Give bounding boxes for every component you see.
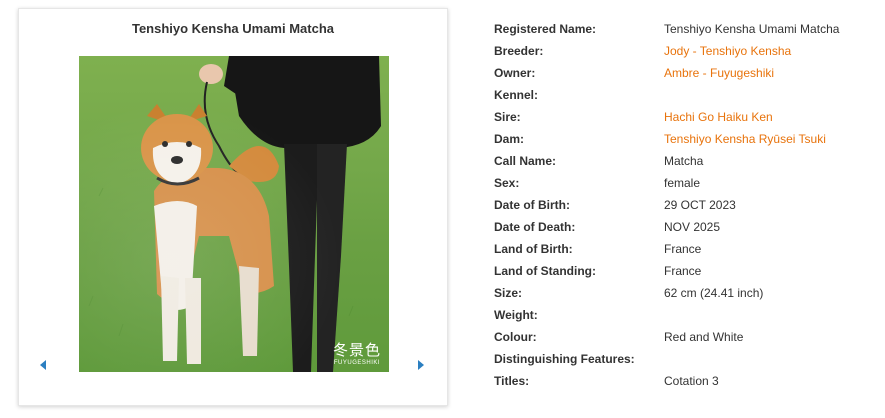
- detail-value: female: [664, 176, 701, 190]
- detail-label: Weight:: [494, 308, 538, 322]
- detail-value: 29 OCT 2023: [664, 198, 736, 212]
- next-photo-arrow-icon[interactable]: [418, 360, 424, 370]
- detail-label: Sire:: [494, 110, 521, 124]
- watermark-kanji: 冬景色: [332, 341, 381, 359]
- detail-label: Size:: [494, 286, 523, 300]
- dog-photo: 冬景色 FUYUGESHIKI: [79, 56, 389, 372]
- detail-label: Distinguishing Features:: [494, 352, 635, 366]
- detail-value: France: [664, 264, 702, 278]
- detail-label: Titles:: [494, 374, 530, 388]
- sire-link[interactable]: Hachi Go Haiku Ken: [664, 106, 773, 128]
- detail-label: Colour:: [494, 330, 537, 344]
- previous-photo-arrow-icon[interactable]: [40, 360, 46, 370]
- detail-label: Breeder:: [494, 44, 544, 58]
- detail-value: France: [664, 242, 702, 256]
- detail-label: Land of Birth:: [494, 242, 573, 256]
- watermark-logo: 冬景色 FUYUGESHIKI: [332, 341, 381, 367]
- breeder-link[interactable]: Jody - Tenshiyo Kensha: [664, 40, 791, 62]
- photo-card-title: Tenshiyo Kensha Umami Matcha: [131, 21, 335, 36]
- detail-value: Matcha: [664, 154, 704, 168]
- detail-label: Owner:: [494, 66, 536, 80]
- detail-label: Sex:: [494, 176, 520, 190]
- detail-value: Red and White: [664, 330, 744, 344]
- detail-value: Cotation 3: [664, 374, 719, 388]
- detail-label: Dam:: [494, 132, 525, 146]
- detail-label: Land of Standing:: [494, 264, 596, 278]
- detail-value: 62 cm (24.41 inch): [664, 286, 764, 300]
- detail-label: Kennel:: [494, 88, 539, 102]
- detail-label: Registered Name:: [494, 22, 597, 36]
- detail-label: Date of Death:: [494, 220, 576, 234]
- detail-label: Date of Birth:: [494, 198, 570, 212]
- dam-link[interactable]: Tenshiyo Kensha Ryūsei Tsuki: [664, 128, 826, 150]
- photo-card: Tenshiyo Kensha Umami Matcha 冬景色 FUYUGES…: [18, 8, 448, 406]
- detail-value: NOV 2025: [664, 220, 721, 234]
- photo-shade: [79, 56, 389, 372]
- detail-value: Tenshiyo Kensha Umami Matcha: [664, 22, 840, 36]
- detail-label: Call Name:: [494, 154, 557, 168]
- owner-link[interactable]: Ambre - Fuyugeshiki: [664, 62, 774, 84]
- watermark-text: FUYUGESHIKI: [333, 360, 381, 366]
